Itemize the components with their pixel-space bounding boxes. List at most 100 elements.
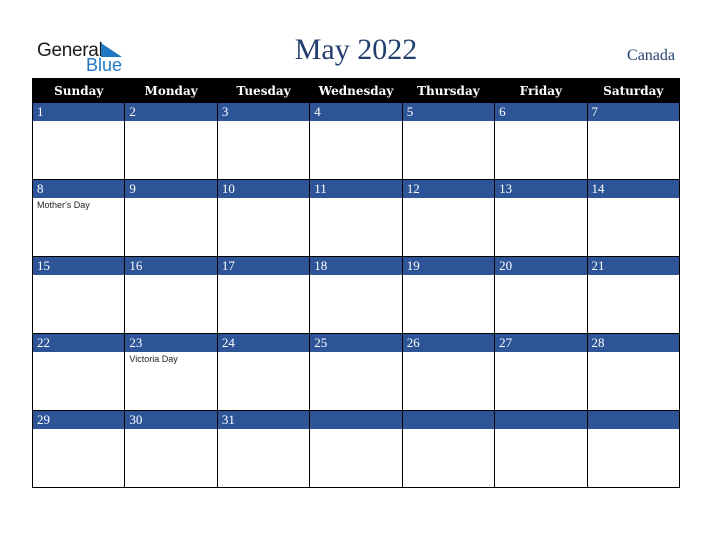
week-row: 1234567	[31, 102, 681, 180]
day-cell[interactable]: 14	[586, 179, 681, 257]
day-number: 10	[217, 180, 310, 198]
day-cell[interactable]: 5	[401, 102, 496, 180]
holiday-label	[495, 121, 586, 123]
holiday-label	[218, 198, 309, 200]
week-row: 8 Mother's Day 9 10 11 12 13 14	[31, 179, 681, 257]
day-number: 13	[495, 180, 587, 198]
day-cell[interactable]: 21	[586, 256, 681, 334]
day-cell[interactable]: 22	[31, 333, 126, 411]
day-number: 2	[125, 103, 217, 121]
holiday-label	[218, 121, 309, 123]
day-number: 25	[310, 334, 402, 352]
day-number: 19	[402, 257, 495, 275]
day-cell[interactable]: 26	[401, 333, 496, 411]
holiday-label	[495, 429, 586, 431]
weekday-header: Sunday	[31, 78, 126, 103]
day-cell[interactable]: 10	[216, 179, 311, 257]
holiday-label	[310, 121, 401, 123]
holiday-label	[310, 429, 401, 431]
day-number: 11	[310, 180, 402, 198]
holiday-label	[33, 352, 124, 354]
holiday-label	[588, 429, 679, 431]
day-number: 18	[310, 257, 402, 275]
holiday-label	[125, 275, 216, 277]
weekday-header: Tuesday	[216, 78, 311, 103]
holiday-label	[310, 198, 401, 200]
holiday-label	[125, 429, 216, 431]
holiday-label	[588, 198, 679, 200]
day-cell[interactable]: 1	[31, 102, 126, 180]
day-cell[interactable]: 27	[494, 333, 588, 411]
calendar-grid: Sunday Monday Tuesday Wednesday Thursday…	[31, 78, 681, 488]
day-cell[interactable]: 9	[124, 179, 218, 257]
country-label: Canada	[627, 47, 675, 64]
holiday-label	[33, 121, 124, 123]
day-cell[interactable]: 15	[31, 256, 126, 334]
day-cell[interactable]: 16	[124, 256, 218, 334]
day-number: 9	[125, 180, 217, 198]
holiday-label: Victoria Day	[129, 354, 178, 364]
day-cell[interactable]	[309, 410, 403, 488]
day-number: 17	[217, 257, 310, 275]
day-number: 23	[125, 334, 217, 352]
day-cell[interactable]: 19	[401, 256, 496, 334]
day-number: 27	[495, 334, 587, 352]
day-cell[interactable]: 3	[216, 102, 311, 180]
holiday-label	[310, 275, 401, 277]
day-cell[interactable]: 8 Mother's Day	[31, 179, 126, 257]
weekday-header: Thursday	[401, 78, 496, 103]
day-number: 8	[33, 180, 125, 198]
day-cell[interactable]	[586, 410, 681, 488]
holiday-label	[218, 352, 309, 354]
day-cell[interactable]: 2	[124, 102, 218, 180]
day-number	[310, 411, 402, 429]
day-cell[interactable]	[401, 410, 496, 488]
day-number: 16	[125, 257, 217, 275]
day-cell[interactable]: 23 Victoria Day	[124, 333, 218, 411]
day-cell[interactable]: 31	[216, 410, 311, 488]
holiday-label: Mother's Day	[37, 200, 90, 210]
day-cell[interactable]: 12	[401, 179, 496, 257]
day-cell[interactable]: 11	[309, 179, 403, 257]
holiday-label	[403, 429, 494, 431]
day-number: 5	[402, 103, 495, 121]
holiday-label	[588, 352, 679, 354]
weekday-header: Saturday	[586, 78, 681, 103]
holiday-label	[403, 275, 494, 277]
day-number: 29	[33, 411, 125, 429]
day-cell[interactable]: 25	[309, 333, 403, 411]
day-cell[interactable]: 13	[494, 179, 588, 257]
day-cell[interactable]: 17	[216, 256, 311, 334]
day-number	[587, 411, 679, 429]
day-number: 6	[495, 103, 587, 121]
day-cell[interactable]: 29	[31, 410, 126, 488]
holiday-label	[310, 352, 401, 354]
holiday-label	[588, 275, 679, 277]
day-cell[interactable]: 6	[494, 102, 588, 180]
holiday-label	[588, 121, 679, 123]
day-number: 26	[402, 334, 495, 352]
holiday-label	[33, 429, 124, 431]
calendar-title: May 2022	[294, 33, 418, 66]
day-number: 15	[33, 257, 125, 275]
holiday-label	[125, 121, 216, 123]
day-cell[interactable]	[494, 410, 588, 488]
day-cell[interactable]: 20	[494, 256, 588, 334]
weekday-header-row: Sunday Monday Tuesday Wednesday Thursday…	[31, 78, 681, 103]
holiday-label	[403, 352, 494, 354]
weekday-header: Friday	[494, 78, 588, 103]
day-cell[interactable]: 4	[309, 102, 403, 180]
week-row: 22 23 Victoria Day 24 25 26 27 28	[31, 333, 681, 411]
day-number: 12	[402, 180, 495, 198]
holiday-label	[495, 275, 586, 277]
day-cell[interactable]: 28	[586, 333, 681, 411]
day-number: 28	[587, 334, 679, 352]
day-number	[495, 411, 587, 429]
day-cell[interactable]: 18	[309, 256, 403, 334]
day-cell[interactable]: 7	[586, 102, 681, 180]
day-cell[interactable]: 24	[216, 333, 311, 411]
holiday-label	[125, 198, 216, 200]
holiday-label	[495, 352, 586, 354]
holiday-label	[403, 121, 494, 123]
day-cell[interactable]: 30	[124, 410, 218, 488]
